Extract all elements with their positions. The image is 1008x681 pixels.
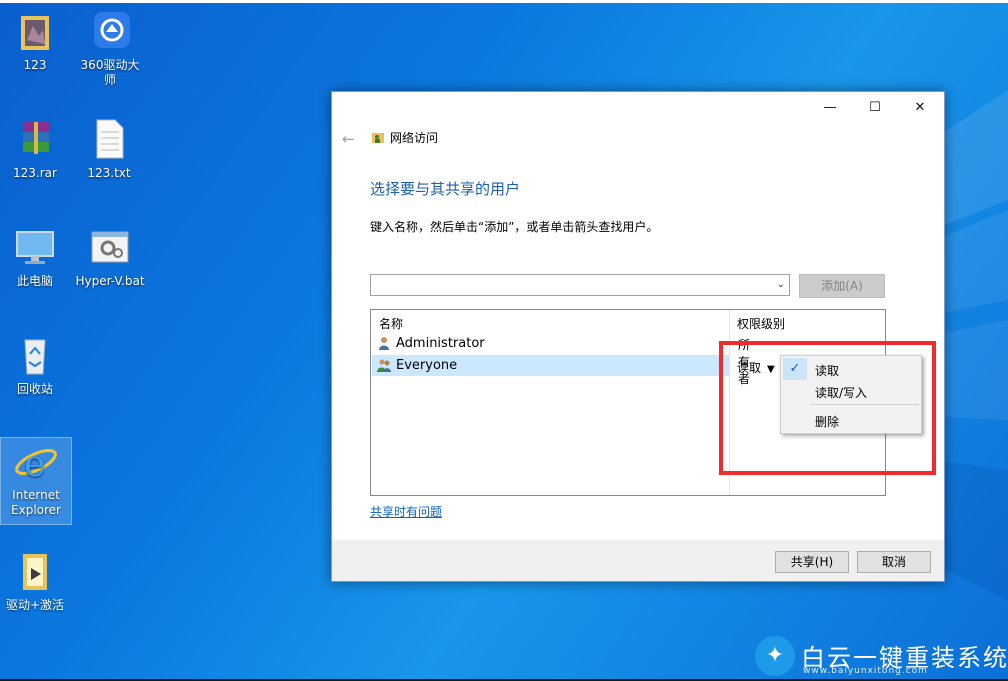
nav-title: 网络访问 xyxy=(390,131,439,145)
chevron-down-icon[interactable]: ⌄ xyxy=(777,279,785,290)
column-header-name[interactable]: 名称 xyxy=(379,315,403,332)
bird-logo-icon: ✦ xyxy=(755,636,795,676)
folder-icon xyxy=(13,10,57,54)
watermark-url: www.baiyunxitong.com xyxy=(803,666,928,676)
highlight-annotation-box xyxy=(719,341,936,475)
desktop-icon-label: 此电脑 xyxy=(16,274,53,288)
ie-icon: e xyxy=(14,440,58,485)
page-title: 选择要与其共享的用户 xyxy=(370,180,521,198)
recycle-bin-icon xyxy=(13,334,57,378)
desktop-icon-label: 驱动+激活 xyxy=(5,598,65,612)
batch-file-icon xyxy=(88,226,132,270)
table-row[interactable]: Administrator 所有者 xyxy=(372,333,750,386)
cancel-button[interactable]: 取消 xyxy=(857,551,931,573)
minimize-button[interactable]: — xyxy=(820,98,840,118)
desktop-icon-123-txt[interactable]: 123.txt xyxy=(76,118,142,181)
dialog-footer xyxy=(332,540,944,581)
desktop-icon-label: 回收站 xyxy=(16,382,53,396)
share-button[interactable]: 共享(H) xyxy=(775,551,849,573)
360-driver-icon xyxy=(88,10,132,54)
user-icon xyxy=(379,337,389,350)
table-row-selected[interactable]: Everyone xyxy=(372,355,729,376)
user-name-combobox[interactable]: ⌄ xyxy=(370,274,790,296)
add-button: 添加(A) xyxy=(799,274,885,298)
desktop-icon-label: 123.txt xyxy=(87,166,131,180)
desktop-icon-123-rar[interactable]: 123.rar xyxy=(2,118,68,181)
maximize-button[interactable]: ☐ xyxy=(865,98,885,118)
folder-icon xyxy=(13,550,57,594)
desktop-icon-internet-explorer[interactable]: e Internet Explorer xyxy=(0,437,72,525)
desktop-icon-recycle-bin[interactable]: 回收站 xyxy=(2,334,68,397)
winrar-archive-icon xyxy=(13,118,57,162)
instruction-text: 键入名称，然后单击“添加”，或者单击箭头查找用户。 xyxy=(370,220,659,234)
computer-icon xyxy=(13,226,57,270)
text-file-icon xyxy=(87,118,131,162)
desktop-icon-360[interactable]: 360驱动大师 xyxy=(76,10,144,88)
desktop-icon-label: 123.rar xyxy=(13,166,57,180)
svg-text:e: e xyxy=(24,444,45,484)
desktop-icon-this-pc[interactable]: 此电脑 xyxy=(2,226,68,289)
desktop-icon-label: Hyper-V.bat xyxy=(75,274,145,288)
column-header-permission[interactable]: 权限级别 xyxy=(737,315,785,332)
network-access-window: — ☐ ✕ ← 网络访问 选择要与其共享的用户 键入名称，然后单击“添加”，或者… xyxy=(331,91,945,582)
desktop-icon-driver-folder[interactable]: 驱动+激活 xyxy=(2,550,68,613)
desktop-icon-123-folder[interactable]: 123 xyxy=(2,10,68,73)
sharing-help-link[interactable]: 共享时有问题 xyxy=(370,503,442,520)
network-users-icon xyxy=(372,133,384,143)
desktop-icon-hyperv-bat[interactable]: Hyper-V.bat xyxy=(74,226,146,289)
back-arrow-icon[interactable]: ← xyxy=(342,130,355,148)
close-button[interactable]: ✕ xyxy=(910,98,930,118)
user-name: Administrator xyxy=(396,336,485,351)
desktop-icon-label: Internet Explorer xyxy=(11,488,61,517)
top-edge xyxy=(0,0,1008,3)
desktop-icon-label: 360驱动大师 xyxy=(80,58,140,87)
desktop-icon-label: 123 xyxy=(23,58,47,72)
user-name: Everyone xyxy=(396,358,458,373)
users-group-icon xyxy=(377,359,391,372)
